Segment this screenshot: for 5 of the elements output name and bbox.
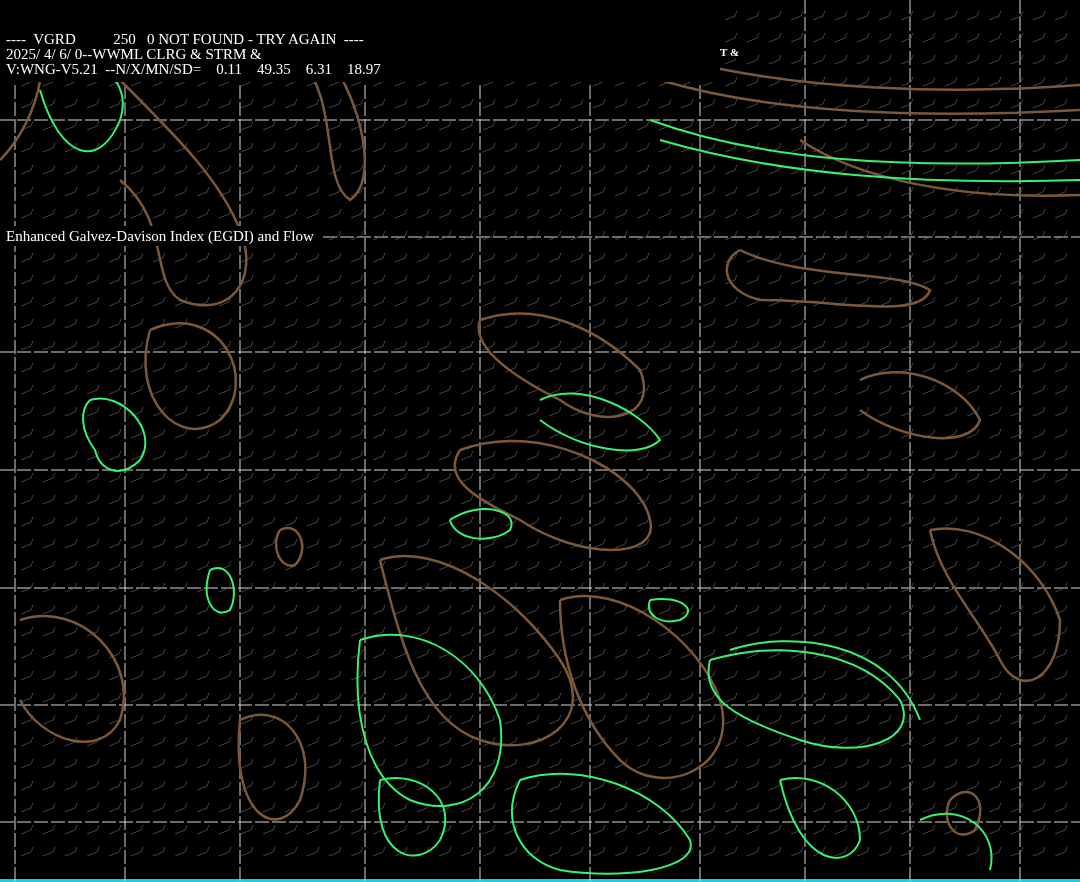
map-title: Enhanced Galvez-Davison Index (EGDI) and Flow [0, 226, 320, 246]
header-text: ---- VGRD 250 0 NOT FOUND - TRY AGAIN ---- [6, 32, 364, 47]
corner-label: T & [720, 46, 740, 58]
header-text: V:WNG-V5.21 --N/X/MN/SD= 0.11 49.35 6.31 18.97 [6, 62, 381, 77]
header-text: 2025/ 4/ 6/ 0--WWML CLRG & STRM & [6, 47, 262, 62]
